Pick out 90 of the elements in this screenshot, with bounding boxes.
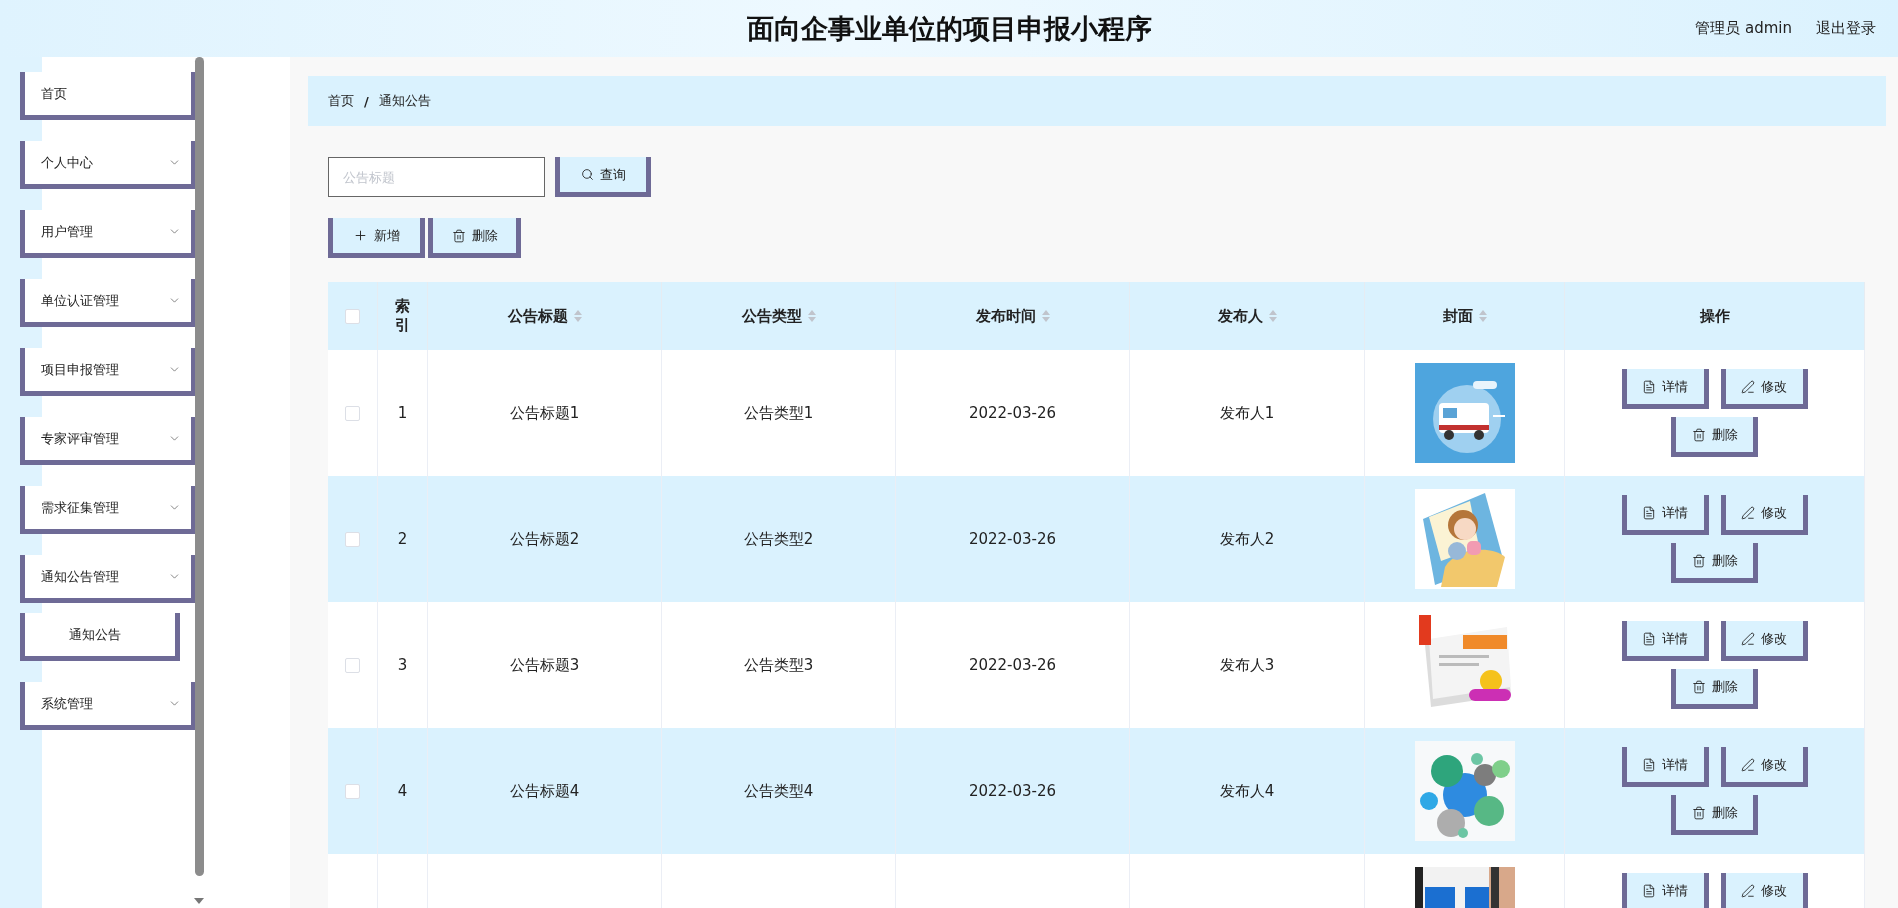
trash-icon	[451, 228, 466, 243]
table-cell: 发布人4	[1130, 728, 1365, 854]
pencil-icon	[1741, 757, 1755, 772]
trash-icon	[1691, 805, 1706, 820]
document-icon	[1642, 505, 1656, 520]
edit-button[interactable]: 修改	[1720, 873, 1808, 908]
table-cell: 2022-03-26	[896, 476, 1130, 602]
sort-icon[interactable]	[1478, 310, 1487, 322]
trash-icon	[1691, 553, 1706, 568]
sidebar-item[interactable]: 单位认证管理	[20, 279, 196, 327]
pencil-icon	[1741, 631, 1755, 646]
table-cell: 公告类型2	[662, 476, 896, 602]
delete-button[interactable]: 删除	[1671, 669, 1758, 709]
sidebar-item[interactable]: 需求征集管理	[20, 486, 196, 534]
table-cell: 公告标题3	[428, 602, 662, 728]
checkbox[interactable]	[345, 531, 360, 547]
table-cell: 1	[378, 350, 428, 476]
details-button[interactable]: 详情	[1621, 621, 1709, 661]
edit-button[interactable]: 修改	[1720, 747, 1808, 787]
table-cell: 公告标题4	[428, 728, 662, 854]
sidebar-item[interactable]: 通知公告管理	[20, 555, 196, 603]
trash-icon	[1691, 679, 1706, 694]
plus-icon	[353, 228, 368, 243]
search-button[interactable]: 查询	[555, 157, 651, 197]
delete-button[interactable]: 删除	[1671, 795, 1758, 835]
details-button[interactable]: 详情	[1621, 747, 1709, 787]
table-cell: 发布人1	[1130, 350, 1365, 476]
breadcrumb-item[interactable]: 首页	[328, 92, 354, 110]
column-header: 操作	[1565, 282, 1865, 350]
edit-button[interactable]: 修改	[1720, 369, 1808, 409]
column-header[interactable]: 公告标题	[428, 282, 662, 350]
column-header[interactable]: 发布人	[1130, 282, 1365, 350]
table-cell: 发布人2	[1130, 476, 1365, 602]
sort-icon[interactable]	[807, 310, 816, 322]
delete-button[interactable]: 删除	[1671, 543, 1758, 583]
add-button[interactable]: 新增	[328, 218, 425, 258]
sidebar-item[interactable]: 项目申报管理	[20, 348, 196, 396]
table-cell: 2022-03-26	[896, 728, 1130, 854]
checkbox[interactable]	[345, 405, 360, 421]
sort-icon[interactable]	[1041, 310, 1050, 322]
scroll-down-icon[interactable]	[194, 898, 204, 904]
pencil-icon	[1741, 379, 1755, 394]
sort-icon[interactable]	[1268, 310, 1277, 322]
sidebar-subitem[interactable]: 通知公告	[20, 613, 180, 661]
column-header[interactable]: 封面	[1365, 282, 1565, 350]
table-cell: 发布人3	[1130, 602, 1365, 728]
user-label: 管理员 admin	[1695, 19, 1792, 38]
document-icon	[1642, 757, 1656, 772]
search-icon	[580, 168, 594, 181]
edit-button[interactable]: 修改	[1720, 495, 1808, 535]
table-cell: 公告类型1	[662, 350, 896, 476]
edit-button[interactable]: 修改	[1720, 621, 1808, 661]
breadcrumb-separator: /	[364, 93, 369, 109]
table-cell: 2022-03-26	[896, 602, 1130, 728]
sidebar-item[interactable]: 系统管理	[20, 682, 196, 730]
pencil-icon	[1741, 883, 1755, 898]
checkbox[interactable]	[345, 657, 360, 673]
pencil-icon	[1741, 505, 1755, 520]
table-cell: 2022-03-26	[896, 350, 1130, 476]
table-cell: 公告标题1	[428, 350, 662, 476]
delete-button[interactable]: 删除	[428, 218, 521, 258]
sidebar-item[interactable]: 专家评审管理	[20, 417, 196, 465]
column-header: 索引	[378, 282, 428, 350]
table-cell: 3	[378, 602, 428, 728]
details-button[interactable]: 详情	[1621, 873, 1709, 908]
details-button[interactable]: 详情	[1621, 369, 1709, 409]
table-cell: 4	[378, 728, 428, 854]
details-button[interactable]: 详情	[1621, 495, 1709, 535]
logout-link[interactable]: 退出登录	[1816, 19, 1876, 38]
scrollbar-thumb[interactable]	[194, 57, 204, 876]
breadcrumb-item[interactable]: 通知公告	[378, 92, 431, 110]
column-header[interactable]: 发布时间	[896, 282, 1130, 350]
delete-button[interactable]: 删除	[1671, 417, 1758, 457]
sort-icon[interactable]	[573, 310, 582, 322]
table-cell: 公告标题2	[428, 476, 662, 602]
sidebar-item[interactable]: 个人中心	[20, 141, 196, 189]
document-icon	[1642, 883, 1656, 898]
document-icon	[1642, 631, 1656, 646]
table-cell: 2	[378, 476, 428, 602]
document-icon	[1642, 379, 1656, 394]
column-header[interactable]: 公告类型	[662, 282, 896, 350]
checkbox[interactable]	[345, 783, 360, 799]
checkbox[interactable]	[345, 308, 360, 324]
table-cell: 公告类型3	[662, 602, 896, 728]
app-title: 面向企事业单位的项目申报小程序	[746, 11, 1152, 46]
table-cell: 公告类型4	[662, 728, 896, 854]
sidebar-item[interactable]: 首页	[20, 72, 196, 120]
trash-icon	[1691, 427, 1706, 442]
sidebar-item[interactable]: 用户管理	[20, 210, 196, 258]
search-field[interactable]: 公告标题	[328, 157, 545, 197]
